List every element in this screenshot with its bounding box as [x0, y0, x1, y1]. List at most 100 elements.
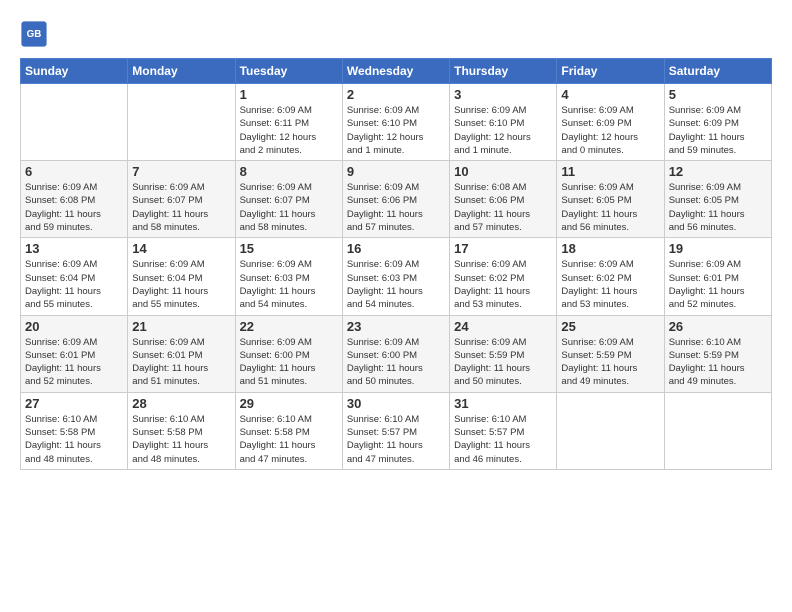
- calendar-cell: 3 Sunrise: 6:09 AMSunset: 6:10 PMDaylight…: [450, 84, 557, 161]
- weekday-header-cell: Tuesday: [235, 59, 342, 84]
- day-number: 26: [669, 319, 767, 334]
- calendar-cell: 2 Sunrise: 6:09 AMSunset: 6:10 PMDaylight…: [342, 84, 449, 161]
- weekday-header-cell: Friday: [557, 59, 664, 84]
- day-info: Sunrise: 6:09 AMSunset: 6:05 PMDaylight:…: [561, 181, 659, 234]
- calendar-cell: 23 Sunrise: 6:09 AMSunset: 6:00 PMDayligh…: [342, 315, 449, 392]
- calendar-cell: 14Sunrise: 6:09 AMSunset: 6:04 PMDayligh…: [128, 238, 235, 315]
- day-number: 13: [25, 241, 123, 256]
- day-info: Sunrise: 6:09 AMSunset: 6:00 PMDaylight:…: [240, 336, 338, 389]
- calendar-week-row: 6Sunrise: 6:09 AMSunset: 6:08 PMDaylight…: [21, 161, 772, 238]
- day-number: 23: [347, 319, 445, 334]
- calendar-cell: 26Sunrise: 6:10 AMSunset: 5:59 PMDayligh…: [664, 315, 771, 392]
- calendar-cell: [557, 392, 664, 469]
- calendar-cell: 7 Sunrise: 6:09 AMSunset: 6:07 PMDaylight…: [128, 161, 235, 238]
- day-number: 22: [240, 319, 338, 334]
- weekday-header-cell: Sunday: [21, 59, 128, 84]
- calendar-cell: 19 Sunrise: 6:09 AMSunset: 6:01 PMDayligh…: [664, 238, 771, 315]
- day-info: Sunrise: 6:09 AMSunset: 5:59 PMDaylight:…: [454, 336, 552, 389]
- calendar-cell: 29 Sunrise: 6:10 AMSunset: 5:58 PMDayligh…: [235, 392, 342, 469]
- day-number: 28: [132, 396, 230, 411]
- day-info: Sunrise: 6:10 AMSunset: 5:57 PMDaylight:…: [347, 413, 445, 466]
- day-info: Sunrise: 6:09 AMSunset: 6:03 PMDaylight:…: [347, 258, 445, 311]
- day-info: Sunrise: 6:09 AMSunset: 6:10 PMDaylight:…: [347, 104, 445, 157]
- day-info: Sunrise: 6:09 AMSunset: 6:10 PMDaylight:…: [454, 104, 552, 157]
- calendar-cell: 18 Sunrise: 6:09 AMSunset: 6:02 PMDayligh…: [557, 238, 664, 315]
- page-container: GB SundayMondayTuesdayWednesdayThursdayF…: [0, 0, 792, 480]
- day-info: Sunrise: 6:09 AMSunset: 5:59 PMDaylight:…: [561, 336, 659, 389]
- day-info: Sunrise: 6:09 AMSunset: 6:06 PMDaylight:…: [347, 181, 445, 234]
- day-info: Sunrise: 6:09 AMSunset: 6:00 PMDaylight:…: [347, 336, 445, 389]
- calendar-cell: 27 Sunrise: 6:10 AMSunset: 5:58 PMDayligh…: [21, 392, 128, 469]
- weekday-header-cell: Wednesday: [342, 59, 449, 84]
- calendar-table: SundayMondayTuesdayWednesdayThursdayFrid…: [20, 58, 772, 470]
- logo-icon: GB: [20, 20, 48, 48]
- day-number: 27: [25, 396, 123, 411]
- day-info: Sunrise: 6:09 AMSunset: 6:09 PMDaylight:…: [561, 104, 659, 157]
- weekday-header-cell: Saturday: [664, 59, 771, 84]
- calendar-cell: 4 Sunrise: 6:09 AMSunset: 6:09 PMDaylight…: [557, 84, 664, 161]
- calendar-cell: 22 Sunrise: 6:09 AMSunset: 6:00 PMDayligh…: [235, 315, 342, 392]
- day-number: 29: [240, 396, 338, 411]
- calendar-cell: 28 Sunrise: 6:10 AMSunset: 5:58 PMDayligh…: [128, 392, 235, 469]
- day-number: 17: [454, 241, 552, 256]
- calendar-cell: 11 Sunrise: 6:09 AMSunset: 6:05 PMDayligh…: [557, 161, 664, 238]
- calendar-cell: 24Sunrise: 6:09 AMSunset: 5:59 PMDayligh…: [450, 315, 557, 392]
- calendar-cell: 25Sunrise: 6:09 AMSunset: 5:59 PMDayligh…: [557, 315, 664, 392]
- day-info: Sunrise: 6:09 AMSunset: 6:01 PMDaylight:…: [132, 336, 230, 389]
- calendar-cell: [21, 84, 128, 161]
- calendar-cell: 16 Sunrise: 6:09 AMSunset: 6:03 PMDayligh…: [342, 238, 449, 315]
- calendar-week-row: 27 Sunrise: 6:10 AMSunset: 5:58 PMDayligh…: [21, 392, 772, 469]
- calendar-cell: 20 Sunrise: 6:09 AMSunset: 6:01 PMDayligh…: [21, 315, 128, 392]
- calendar-body: 1Sunrise: 6:09 AMSunset: 6:11 PMDaylight…: [21, 84, 772, 470]
- weekday-header-row: SundayMondayTuesdayWednesdayThursdayFrid…: [21, 59, 772, 84]
- day-info: Sunrise: 6:08 AMSunset: 6:06 PMDaylight:…: [454, 181, 552, 234]
- calendar-week-row: 20 Sunrise: 6:09 AMSunset: 6:01 PMDayligh…: [21, 315, 772, 392]
- calendar-cell: 12 Sunrise: 6:09 AMSunset: 6:05 PMDayligh…: [664, 161, 771, 238]
- day-number: 15: [240, 241, 338, 256]
- day-info: Sunrise: 6:10 AMSunset: 5:58 PMDaylight:…: [132, 413, 230, 466]
- day-info: Sunrise: 6:09 AMSunset: 6:01 PMDaylight:…: [669, 258, 767, 311]
- calendar-cell: [128, 84, 235, 161]
- calendar-cell: 5 Sunrise: 6:09 AMSunset: 6:09 PMDaylight…: [664, 84, 771, 161]
- day-number: 10: [454, 164, 552, 179]
- day-number: 4: [561, 87, 659, 102]
- day-number: 18: [561, 241, 659, 256]
- calendar-header: SundayMondayTuesdayWednesdayThursdayFrid…: [21, 59, 772, 84]
- svg-text:GB: GB: [27, 29, 42, 40]
- calendar-cell: 10 Sunrise: 6:08 AMSunset: 6:06 PMDayligh…: [450, 161, 557, 238]
- day-number: 12: [669, 164, 767, 179]
- calendar-cell: 30Sunrise: 6:10 AMSunset: 5:57 PMDayligh…: [342, 392, 449, 469]
- day-info: Sunrise: 6:09 AMSunset: 6:02 PMDaylight:…: [454, 258, 552, 311]
- calendar-cell: 8Sunrise: 6:09 AMSunset: 6:07 PMDaylight…: [235, 161, 342, 238]
- day-number: 11: [561, 164, 659, 179]
- day-info: Sunrise: 6:09 AMSunset: 6:07 PMDaylight:…: [240, 181, 338, 234]
- day-info: Sunrise: 6:10 AMSunset: 5:57 PMDaylight:…: [454, 413, 552, 466]
- calendar-cell: 13Sunrise: 6:09 AMSunset: 6:04 PMDayligh…: [21, 238, 128, 315]
- day-number: 16: [347, 241, 445, 256]
- day-number: 19: [669, 241, 767, 256]
- day-info: Sunrise: 6:09 AMSunset: 6:07 PMDaylight:…: [132, 181, 230, 234]
- calendar-cell: 15 Sunrise: 6:09 AMSunset: 6:03 PMDayligh…: [235, 238, 342, 315]
- logo: GB: [20, 20, 52, 48]
- day-info: Sunrise: 6:09 AMSunset: 6:08 PMDaylight:…: [25, 181, 123, 234]
- calendar-cell: 6Sunrise: 6:09 AMSunset: 6:08 PMDaylight…: [21, 161, 128, 238]
- day-info: Sunrise: 6:09 AMSunset: 6:04 PMDaylight:…: [132, 258, 230, 311]
- day-number: 7: [132, 164, 230, 179]
- day-number: 20: [25, 319, 123, 334]
- day-number: 31: [454, 396, 552, 411]
- day-info: Sunrise: 6:10 AMSunset: 5:58 PMDaylight:…: [240, 413, 338, 466]
- day-info: Sunrise: 6:09 AMSunset: 6:03 PMDaylight:…: [240, 258, 338, 311]
- day-info: Sunrise: 6:09 AMSunset: 6:02 PMDaylight:…: [561, 258, 659, 311]
- calendar-cell: 17 Sunrise: 6:09 AMSunset: 6:02 PMDayligh…: [450, 238, 557, 315]
- day-info: Sunrise: 6:09 AMSunset: 6:09 PMDaylight:…: [669, 104, 767, 157]
- day-number: 3: [454, 87, 552, 102]
- day-info: Sunrise: 6:10 AMSunset: 5:58 PMDaylight:…: [25, 413, 123, 466]
- calendar-cell: 9Sunrise: 6:09 AMSunset: 6:06 PMDaylight…: [342, 161, 449, 238]
- day-info: Sunrise: 6:09 AMSunset: 6:01 PMDaylight:…: [25, 336, 123, 389]
- calendar-cell: 31 Sunrise: 6:10 AMSunset: 5:57 PMDayligh…: [450, 392, 557, 469]
- calendar-week-row: 13 Sunrise: 6:09 AMSunset: 6:04 PMDayligh…: [21, 238, 772, 315]
- header: GB: [20, 20, 772, 48]
- day-number: 5: [669, 87, 767, 102]
- day-info: Sunrise: 6:09 AMSunset: 6:05 PMDaylight:…: [669, 181, 767, 234]
- day-number: 2: [347, 87, 445, 102]
